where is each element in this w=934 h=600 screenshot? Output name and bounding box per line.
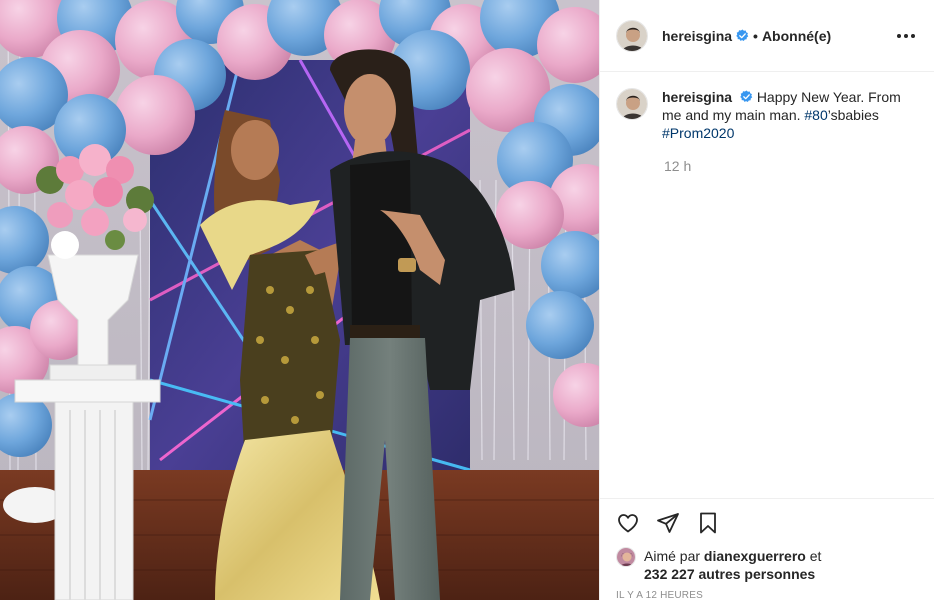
action-bar	[616, 499, 918, 547]
follow-status-button[interactable]: Abonné(e)	[762, 28, 831, 44]
prom-couple-photo	[0, 0, 599, 600]
liker-avatar[interactable]	[616, 547, 636, 567]
heart-icon[interactable]	[616, 511, 640, 535]
comments-section: hereisgina Happy New Year. From me and m…	[600, 72, 934, 498]
caption-avatar-image	[617, 89, 647, 119]
bookmark-icon[interactable]	[696, 511, 720, 535]
caption-username[interactable]: hereisgina	[662, 89, 732, 105]
separator-dot: •	[753, 27, 758, 44]
verified-badge-icon	[736, 29, 749, 42]
instagram-post: hereisgina • Abonné(e) hereisgina Happy …	[0, 0, 934, 600]
likes-text: Aimé par dianexguerrero et 232 227 autre…	[644, 547, 821, 583]
liker-avatar-image	[617, 548, 635, 566]
liked-by-connector: et	[809, 548, 822, 564]
caption-text: hereisgina Happy New Year. From me and m…	[662, 88, 918, 142]
more-options-icon[interactable]	[894, 24, 918, 48]
caption-author-avatar[interactable]	[616, 88, 648, 120]
post-timestamp[interactable]: IL Y A 12 HEURES	[616, 590, 918, 600]
likes-summary: Aimé par dianexguerrero et 232 227 autre…	[616, 547, 918, 583]
post-details-panel: hereisgina • Abonné(e) hereisgina Happy …	[599, 0, 934, 600]
post-photo[interactable]	[0, 0, 599, 600]
verified-badge-icon	[740, 90, 753, 103]
author-avatar[interactable]	[616, 19, 648, 52]
author-username[interactable]: hereisgina	[662, 28, 732, 44]
post-header: hereisgina • Abonné(e)	[600, 0, 934, 72]
likes-count[interactable]: 232 227 autres personnes	[644, 566, 815, 582]
author-avatar-image	[617, 20, 647, 51]
liked-by-username[interactable]: dianexguerrero	[704, 548, 806, 564]
hashtag-80[interactable]: #80	[804, 107, 827, 123]
caption-time[interactable]: 12 h	[664, 158, 918, 174]
hashtag-prom2020[interactable]: #Prom2020	[662, 125, 734, 141]
liked-by-prefix: Aimé par	[644, 548, 701, 564]
actions-area: Aimé par dianexguerrero et 232 227 autre…	[600, 498, 934, 600]
paper-plane-icon[interactable]	[656, 511, 680, 535]
caption: hereisgina Happy New Year. From me and m…	[616, 88, 918, 142]
caption-message-suffix: ’sbabies	[827, 107, 879, 123]
